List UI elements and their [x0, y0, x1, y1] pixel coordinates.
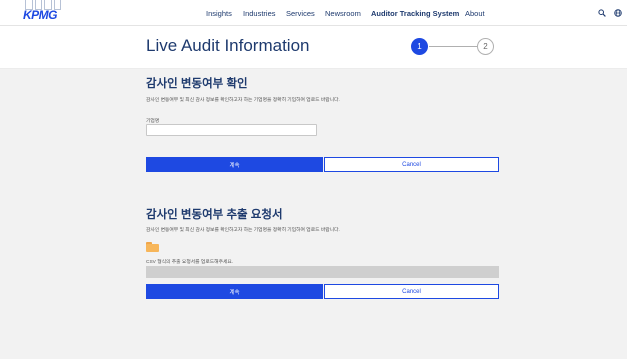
nav-item-about[interactable]: About [465, 9, 485, 18]
stepper-connector [429, 46, 477, 47]
nav-item-industries[interactable]: Industries [243, 9, 276, 18]
file-upload-field[interactable] [146, 266, 499, 278]
section2-continue-button[interactable]: 계속 [146, 284, 323, 299]
nav-item-insights[interactable]: Insights [206, 9, 232, 18]
nav-item-services[interactable]: Services [286, 9, 315, 18]
section1-title: 감사인 변동여부 확인 [146, 78, 248, 90]
step-2-indicator: 2 [477, 38, 494, 55]
company-name-label: 기업명 [146, 119, 160, 124]
section1-continue-button[interactable]: 계속 [146, 157, 323, 172]
nav-item-newsroom[interactable]: Newsroom [325, 9, 361, 18]
globe-icon[interactable] [613, 8, 623, 18]
folder-icon[interactable] [146, 242, 159, 252]
company-name-input[interactable] [146, 124, 317, 136]
upload-label: CSV 형식의 추출 요청서를 업로드해주세요. [146, 260, 234, 265]
search-icon[interactable] [597, 8, 607, 18]
progress-stepper: 1 2 [411, 38, 501, 56]
nav-item-auditor-tracking-system[interactable]: Auditor Tracking System [371, 9, 459, 18]
page-header-band [0, 26, 627, 69]
page-title: Live Audit Information [146, 36, 310, 55]
section1-description: 감사인 변동여부 및 최신 감사 정보를 확인하고자 하는 기업명을 정확히 기… [146, 98, 340, 103]
main-nav: Insights Industries Services Newsroom Au… [0, 9, 627, 23]
section2-cancel-button[interactable]: Cancel [324, 284, 499, 299]
step-1-indicator: 1 [411, 38, 428, 55]
section2-title: 감사인 변동여부 추출 요청서 [146, 209, 283, 221]
top-navigation-bar: KPMG Insights Industries Services Newsro… [0, 0, 627, 26]
section2-description: 감사인 변동여부 및 최신 감사 정보를 확인하고자 하는 기업명을 정확히 기… [146, 228, 340, 233]
section1-cancel-button[interactable]: Cancel [324, 157, 499, 172]
